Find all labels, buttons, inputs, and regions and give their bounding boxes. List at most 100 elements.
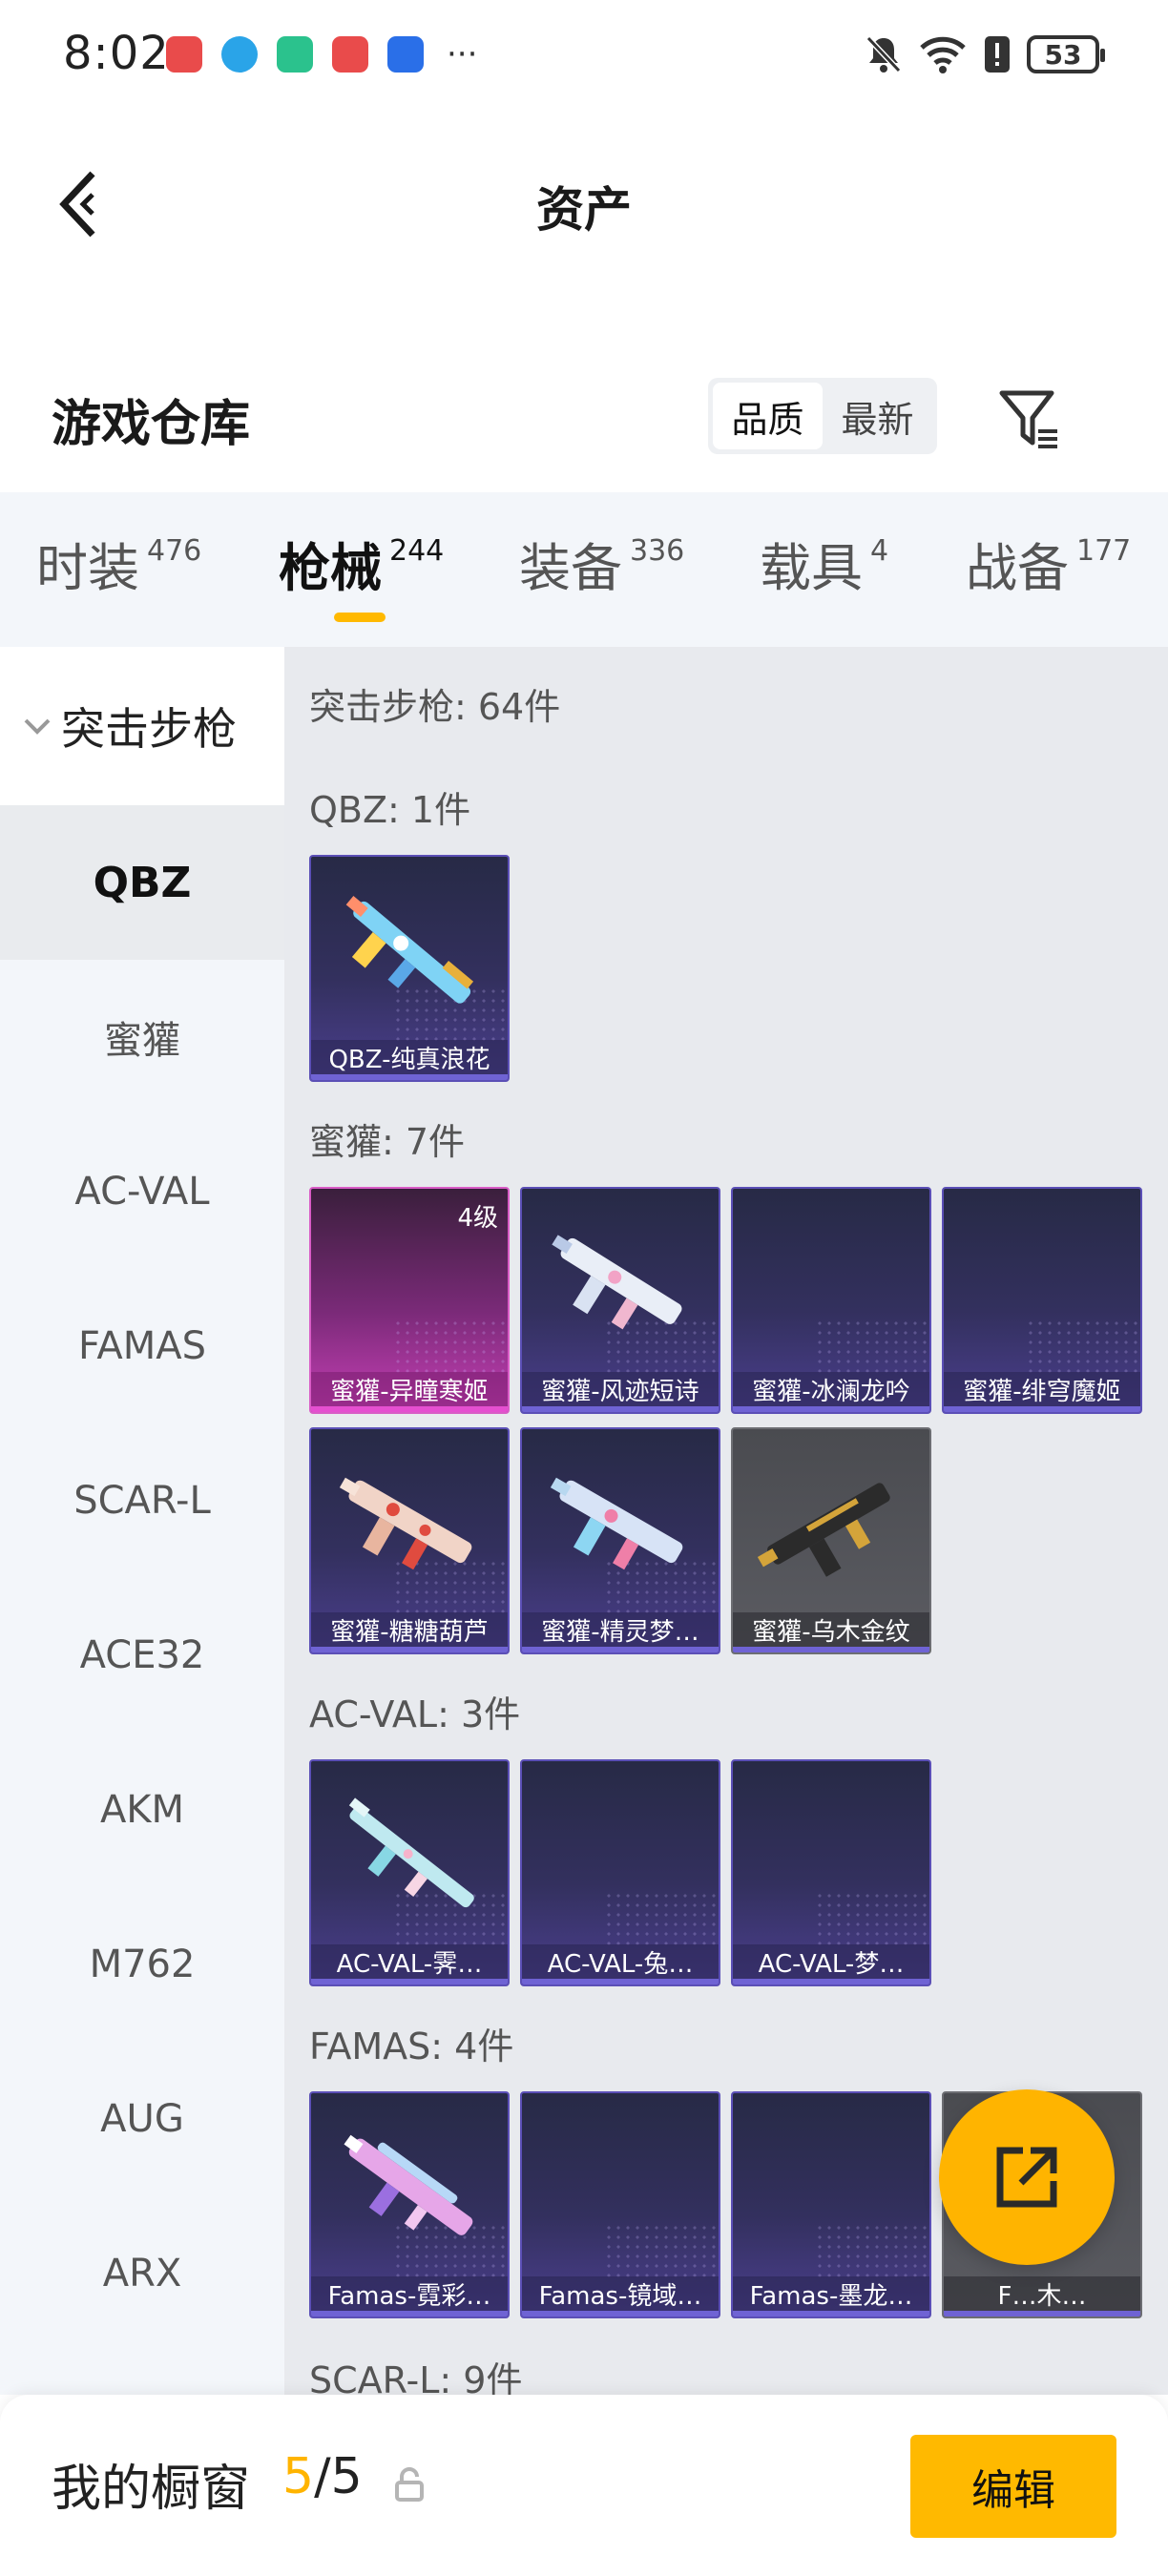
card-pattern (815, 2223, 929, 2280)
card-caption: 蜜獾-精灵梦… (522, 1612, 719, 1652)
tab-label: 装备 (519, 538, 622, 598)
battery-indicator: 53 (1027, 35, 1105, 73)
tab-battle-prep[interactable]: 战备 177 (966, 534, 1131, 599)
card-caption: 蜜獾-糖糖葫芦 (311, 1612, 508, 1652)
weapon-card[interactable]: 蜜獾-糖糖葫芦 (309, 1427, 510, 1654)
sidebar-item-aug[interactable]: AUG (0, 2042, 284, 2196)
sidebar-item-scar-l[interactable]: SCAR-L (0, 1423, 284, 1578)
sidebar-group-header[interactable]: 突击步枪 (0, 647, 284, 805)
chevron-down-icon (24, 718, 51, 735)
section-title: AC-VAL: 3件 (309, 1693, 521, 1735)
weapon-card[interactable]: Famas-霓彩… (309, 2091, 510, 2318)
card-caption: Famas-霓彩… (311, 2276, 508, 2316)
showcase-count-current: 5 (282, 2448, 315, 2505)
sort-quality-button[interactable]: 品质 (713, 383, 823, 449)
weapon-card[interactable]: AC-VAL-兔… (520, 1759, 720, 1986)
rifle-skin-image (757, 1483, 890, 1577)
weapon-card[interactable]: AC-VAL-梦… (731, 1759, 931, 1986)
category-count: 突击步枪: 64件 (309, 686, 561, 728)
tab-vehicles[interactable]: 载具 4 (760, 534, 888, 599)
huawei-app-icon-2 (332, 36, 368, 73)
card-pattern (393, 1319, 508, 1376)
showcase-label: 我的橱窗 (52, 2461, 251, 2518)
sidebar-item-famas[interactable]: FAMAS (0, 1269, 284, 1423)
section-title: 蜜獾: 7件 (309, 1121, 466, 1163)
notification-icons: ··· (166, 36, 477, 73)
card-caption: AC-VAL-霁… (311, 1944, 508, 1984)
card-caption: AC-VAL-兔… (522, 1944, 719, 1984)
tips-app-icon (387, 36, 424, 73)
section-title: FAMAS: 4件 (309, 2025, 514, 2067)
rifle-skin-image (345, 896, 474, 1004)
card-caption: Famas-墨龙… (733, 2276, 929, 2316)
tab-guns[interactable]: 枪械 244 (279, 534, 444, 599)
weapon-card[interactable]: AC-VAL-霁… (309, 1759, 510, 1986)
card-caption: Famas-镜域… (522, 2276, 719, 2316)
rifle-skin-image (348, 1797, 474, 1908)
share-icon (996, 2147, 1057, 2208)
tab-equipment[interactable]: 装备 336 (519, 534, 684, 599)
sidebar-item-ac-val[interactable]: AC-VAL (0, 1114, 284, 1269)
card-caption: 蜜獾-绯穹魔姬 (944, 1372, 1140, 1412)
status-bar: 8:02 ··· 53 (0, 0, 1168, 114)
wifi-icon (920, 36, 966, 73)
tab-label: 枪械 (279, 538, 382, 598)
card-caption: 蜜獾-风迹短诗 (522, 1372, 719, 1412)
warehouse-title: 游戏仓库 (52, 396, 251, 453)
tab-fashion[interactable]: 时装 476 (36, 534, 201, 599)
security-app-icon (277, 36, 313, 73)
weapon-type-sidebar: 突击步枪 QBZ 蜜獾 AC-VAL FAMAS SCAR-L ACE32 AK… (0, 647, 284, 2395)
sidebar-item-honey-badger[interactable]: 蜜獾 (0, 960, 284, 1114)
card-pattern (815, 1891, 929, 1948)
showcase-count: 5/5 (282, 2448, 363, 2505)
weapon-card[interactable]: 蜜獾-乌木金纹 (731, 1427, 931, 1654)
section-title: QBZ: 1件 (309, 789, 471, 831)
tab-count: 336 (630, 534, 685, 568)
tab-count: 4 (870, 534, 889, 568)
rifle-skin-image (344, 2134, 473, 2235)
active-tab-indicator (334, 613, 386, 622)
warehouse-header: 游戏仓库 品质 最新 (0, 363, 1168, 477)
weapon-card[interactable]: 蜜獾-精灵梦… (520, 1427, 720, 1654)
card-caption: AC-VAL-梦… (733, 1944, 929, 1984)
sidebar-item-akm[interactable]: AKM (0, 1733, 284, 1887)
sidebar-item-m762[interactable]: M762 (0, 1887, 284, 2042)
weapon-card[interactable]: 蜜獾-冰澜龙吟 (731, 1187, 931, 1414)
sidebar-item-ace32[interactable]: ACE32 (0, 1578, 284, 1733)
card-caption: 蜜獾-异瞳寒姬 (311, 1372, 508, 1412)
showcase-count-total: /5 (314, 2448, 363, 2505)
rifle-skin-image (339, 1477, 472, 1570)
browser-app-icon (221, 36, 258, 73)
weapon-card[interactable]: Famas-墨龙… (731, 2091, 931, 2318)
page-title: 资产 (536, 182, 632, 238)
share-button[interactable] (939, 2089, 1115, 2265)
weapon-card[interactable]: 蜜獾-绯穹魔姬 (942, 1187, 1142, 1414)
lock-icon[interactable] (393, 2467, 426, 2502)
more-notifications-icon: ··· (447, 35, 478, 73)
card-caption: F…木… (944, 2276, 1140, 2316)
tab-count: 476 (147, 534, 202, 568)
filter-button[interactable] (996, 385, 1065, 454)
card-pattern (604, 2223, 719, 2280)
sidebar-item-qbz[interactable]: QBZ (0, 805, 284, 960)
showcase-bar: 我的橱窗 5/5 编辑 (0, 2395, 1168, 2576)
category-tabs: 时装 476 枪械 244 装备 336 载具 4 战备 177 (0, 492, 1168, 647)
weapon-card[interactable]: Famas-镜域… (520, 2091, 720, 2318)
weapon-card[interactable]: QBZ-纯真浪花 (309, 855, 510, 1082)
edit-button[interactable]: 编辑 (910, 2435, 1116, 2538)
weapon-card[interactable]: 4级 蜜獾-异瞳寒姬 (309, 1187, 510, 1414)
status-time: 8:02 (63, 27, 170, 80)
tab-count: 177 (1076, 534, 1132, 568)
huawei-app-icon (166, 36, 202, 73)
sidebar-item-arx[interactable]: ARX (0, 2196, 284, 2351)
sort-newest-button[interactable]: 最新 (823, 383, 932, 449)
level-badge: 4级 (457, 1204, 498, 1233)
weapon-card[interactable]: 蜜獾-风迹短诗 (520, 1187, 720, 1414)
rifle-skin-image (550, 1477, 683, 1570)
title-bar: 资产 (0, 143, 1168, 267)
rifle-skin-image (552, 1235, 682, 1330)
card-caption: 蜜獾-乌木金纹 (733, 1612, 929, 1652)
card-pattern (604, 1891, 719, 1948)
section-title: SCAR-L: 9件 (309, 2359, 523, 2395)
tab-label: 战备 (966, 538, 1069, 598)
